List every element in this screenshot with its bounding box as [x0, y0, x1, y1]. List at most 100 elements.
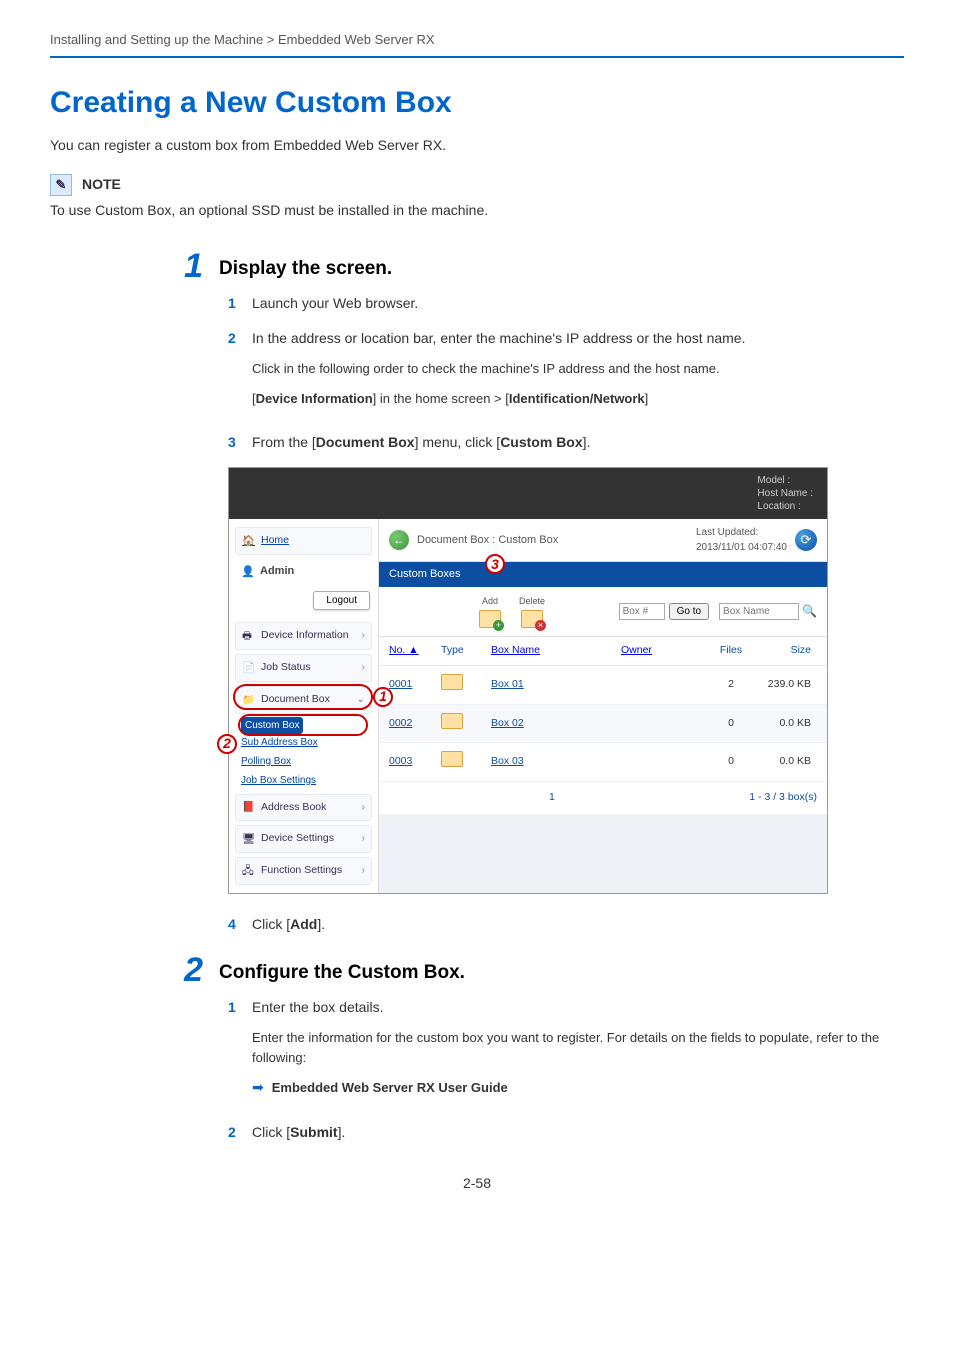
nav-job-status[interactable]: 📄Job Status ›	[235, 654, 372, 682]
nav-address-book[interactable]: 📕Address Book ›	[235, 794, 372, 822]
reference-link[interactable]: ➡ Embedded Web Server RX User Guide	[252, 1077, 904, 1098]
reference-title: Embedded Web Server RX User Guide	[272, 1078, 508, 1098]
logout-button[interactable]: Logout	[313, 591, 370, 610]
substep-2-1: 1 Enter the box details. Enter the infor…	[228, 997, 904, 1108]
nav-device-info[interactable]: 🖶Device Information ›	[235, 622, 372, 650]
delete-button[interactable]: Delete	[519, 595, 545, 629]
page-number: 2-58	[50, 1173, 904, 1194]
row-name[interactable]: Box 02	[491, 716, 621, 732]
nav-device-settings[interactable]: 🖥Device Settings ›	[235, 825, 372, 853]
pager-range: 1 - 3 / 3 box(s)	[749, 790, 817, 806]
box-number-input[interactable]	[619, 603, 665, 620]
substep-num: 3	[228, 432, 242, 453]
substep-text: In the address or location bar, enter th…	[252, 328, 904, 349]
nav-home[interactable]: 🏠Home	[235, 527, 372, 555]
refresh-icon[interactable]: ⟳	[795, 529, 817, 551]
table-row[interactable]: 0003 Box 03 0 0.0 KB	[379, 743, 827, 782]
chevron-right-icon: ›	[362, 660, 366, 676]
page-title: Creating a New Custom Box	[50, 80, 904, 125]
note-label: NOTE	[82, 174, 121, 195]
row-no[interactable]: 0003	[389, 754, 441, 770]
folder-icon	[441, 713, 463, 729]
nav-admin: 👤Admin	[235, 559, 372, 584]
substep-1-3: 3 From the [Document Box] menu, click [C…	[228, 432, 904, 453]
row-files: 2	[701, 677, 761, 693]
substep-num: 4	[228, 914, 242, 935]
row-name[interactable]: Box 03	[491, 754, 621, 770]
col-no[interactable]: No. ▲	[389, 643, 441, 659]
step-1-header: 1 Display the screen.	[175, 249, 904, 284]
step-1-number: 1	[175, 249, 203, 283]
user-icon: 👤	[241, 564, 255, 578]
substep-1-2: 2 In the address or location bar, enter …	[228, 328, 904, 418]
sidebar: 🏠Home 👤Admin Logout 🖶Device Information …	[229, 519, 379, 893]
folder-add-icon	[479, 610, 501, 628]
substep-2-2: 2 Click [Submit].	[228, 1122, 904, 1143]
submenu-polling-box[interactable]: Polling Box	[241, 752, 372, 771]
substep-text: Click [Submit].	[252, 1122, 904, 1143]
settings-icon: 🖥	[242, 832, 256, 846]
search-icon[interactable]: 🔍	[802, 602, 817, 620]
step-1-substeps: 1 Launch your Web browser. 2 In the addr…	[228, 293, 904, 453]
row-size: 0.0 KB	[761, 716, 817, 732]
step-2-header: 2 Configure the Custom Box.	[175, 953, 904, 988]
screenshot: Model : Host Name : Location : 🏠Home 👤Ad…	[228, 467, 828, 894]
col-box-name[interactable]: Box Name	[491, 643, 621, 659]
row-name[interactable]: Box 01	[491, 677, 621, 693]
delete-label: Delete	[519, 595, 545, 609]
add-button[interactable]: Add	[479, 595, 501, 629]
chevron-right-icon: ›	[362, 628, 366, 644]
folder-icon	[441, 751, 463, 767]
function-icon: 🖧	[242, 864, 256, 878]
hostname-label: Host Name :	[757, 487, 813, 500]
table-row[interactable]: 0002 Box 02 0 0.0 KB	[379, 705, 827, 744]
nav-function-settings[interactable]: 🖧Function Settings ›	[235, 857, 372, 885]
substep-1-4: 4 Click [Add].	[228, 914, 904, 935]
step-2-number: 2	[175, 953, 203, 987]
col-size: Size	[761, 643, 817, 659]
arrow-right-icon: ➡	[252, 1077, 264, 1098]
tab-custom-boxes[interactable]: Custom Boxes	[389, 566, 461, 583]
content-breadcrumb: Document Box : Custom Box	[417, 532, 558, 549]
last-updated-label: Last Updated:	[696, 525, 787, 540]
step-2-substeps: 1 Enter the box details. Enter the infor…	[228, 997, 904, 1143]
status-icon: 📄	[242, 661, 256, 675]
substep-1-1: 1 Launch your Web browser.	[228, 293, 904, 314]
substep-text: Click [Add].	[252, 914, 904, 935]
substep-text: Enter the information for the custom box…	[252, 1028, 904, 1067]
content-header: ← Document Box : Custom Box Last Updated…	[379, 519, 827, 562]
search-box-group: 🔍	[719, 602, 817, 620]
substep-text: Enter the box details.	[252, 997, 904, 1018]
back-icon[interactable]: ←	[389, 530, 409, 550]
pager-current: 1	[549, 790, 555, 806]
submenu-jobbox-settings[interactable]: Job Box Settings	[241, 771, 372, 790]
docbox-submenu: Custom Box 2 Sub Address Box Polling Box…	[241, 718, 372, 790]
goto-button[interactable]: Go to	[669, 603, 709, 620]
step-2-title: Configure the Custom Box.	[219, 953, 465, 988]
substep-num: 1	[228, 293, 242, 314]
box-name-search-input[interactable]	[719, 603, 799, 620]
substep-num: 2	[228, 328, 242, 418]
chevron-right-icon: ›	[362, 831, 366, 847]
substep-text: Click in the following order to check th…	[252, 359, 904, 379]
row-size: 239.0 KB	[761, 677, 817, 693]
row-size: 0.0 KB	[761, 754, 817, 770]
col-files: Files	[701, 643, 761, 659]
shot-titlebar: Model : Host Name : Location :	[229, 468, 827, 519]
col-owner[interactable]: Owner	[621, 643, 701, 659]
device-icon: 🖶	[242, 629, 256, 643]
submenu-custom-box[interactable]: Custom Box	[241, 717, 303, 734]
intro-text: You can register a custom box from Embed…	[50, 135, 904, 156]
row-no[interactable]: 0002	[389, 716, 441, 732]
breadcrumb: Installing and Setting up the Machine > …	[50, 30, 904, 58]
table-header: No. ▲ Type Box Name Owner Files Size	[379, 637, 827, 666]
chevron-right-icon: ›	[362, 800, 366, 816]
table-row[interactable]: 0001 Box 01 2 239.0 KB	[379, 666, 827, 705]
callout-3: 3	[485, 554, 505, 574]
nav-document-box[interactable]: 📁Document Box ⌄ 1	[235, 686, 372, 714]
row-no[interactable]: 0001	[389, 677, 441, 693]
goto-box-group: Go to	[619, 603, 709, 620]
substep-num: 1	[228, 997, 242, 1108]
callout-1: 1	[373, 687, 393, 707]
folder-delete-icon	[521, 610, 543, 628]
